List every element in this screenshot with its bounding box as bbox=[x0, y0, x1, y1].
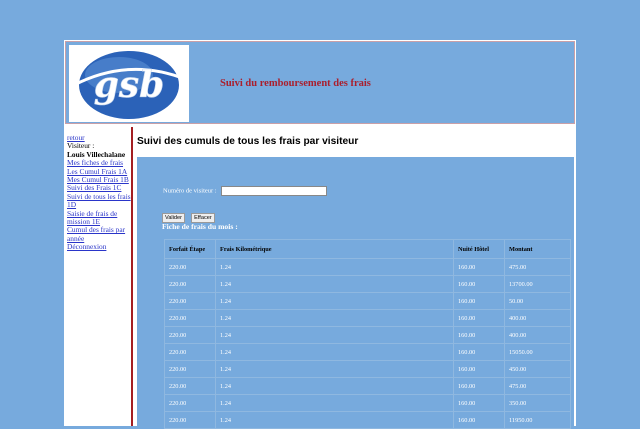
cell-nuite: 160.00 bbox=[453, 326, 505, 344]
frais-table: Forfait Étape Frais Kilométrique Nuité H… bbox=[164, 239, 571, 429]
visiteur-number-input[interactable] bbox=[221, 186, 328, 196]
cell-forfait: 220.00 bbox=[164, 275, 216, 293]
table-row: 220.00 1.24 160.00 15050.00 bbox=[164, 343, 571, 361]
table-row: 220.00 1.24 160.00 475.00 bbox=[164, 377, 571, 395]
cell-forfait: 220.00 bbox=[164, 377, 216, 395]
cell-km: 1.24 bbox=[215, 292, 454, 310]
gsb-logo: gsb bbox=[69, 45, 189, 122]
cell-montant: 475.00 bbox=[504, 258, 571, 276]
cell-nuite: 160.00 bbox=[453, 275, 505, 293]
table-row: 220.00 1.24 160.00 400.00 bbox=[164, 309, 571, 327]
menu-link-cumul-annee[interactable]: Cumul des frais par année bbox=[67, 226, 131, 243]
cell-nuite: 160.00 bbox=[453, 258, 505, 276]
col-montant: Montant bbox=[504, 239, 571, 259]
cell-montant: 400.00 bbox=[504, 309, 571, 327]
cell-km: 1.24 bbox=[215, 326, 454, 344]
cell-km: 1.24 bbox=[215, 343, 454, 361]
cell-montant: 13700.00 bbox=[504, 275, 571, 293]
table-row: 220.00 1.24 160.00 350.00 bbox=[164, 394, 571, 412]
page-container: gsb Suivi du remboursement des frais ret… bbox=[64, 40, 576, 429]
cell-montant: 450.00 bbox=[504, 360, 571, 378]
cell-km: 1.24 bbox=[215, 394, 454, 412]
menu-link-suivi-1d[interactable]: Suivi de tous les frais 1D bbox=[67, 192, 131, 210]
cell-nuite: 160.00 bbox=[453, 360, 505, 378]
content-panel: Numéro de visiteur : Valider Effacer Fic… bbox=[137, 157, 574, 429]
table-header-row: Forfait Étape Frais Kilométrique Nuité H… bbox=[164, 239, 571, 259]
site-title: Suivi du remboursement des frais bbox=[220, 78, 371, 89]
cell-km: 1.24 bbox=[215, 275, 454, 293]
table-row: 220.00 1.24 160.00 450.00 bbox=[164, 360, 571, 378]
table-row: 220.00 1.24 160.00 50.00 bbox=[164, 292, 571, 310]
visiteur-field-label: Numéro de visiteur : bbox=[163, 187, 217, 195]
visiteur-field-row: Numéro de visiteur : bbox=[163, 186, 328, 196]
col-forfait-etape: Forfait Étape bbox=[164, 239, 216, 259]
cell-montant: 50.00 bbox=[504, 292, 571, 310]
sidebar-divider bbox=[131, 127, 133, 426]
cell-montant: 15050.00 bbox=[504, 343, 571, 361]
cell-km: 1.24 bbox=[215, 258, 454, 276]
cell-nuite: 160.00 bbox=[453, 309, 505, 327]
page-title: Suivi des cumuls de tous les frais par v… bbox=[137, 136, 359, 147]
menu-link-saisie-1e[interactable]: Saisie de frais de mission 1E bbox=[67, 209, 131, 227]
cell-montant: 400.00 bbox=[504, 326, 571, 344]
col-frais-km: Frais Kilométrique bbox=[215, 239, 454, 259]
table-row: 220.00 1.24 160.00 13700.00 bbox=[164, 275, 571, 293]
menu-link-deconnexion[interactable]: Déconnexion bbox=[67, 242, 131, 251]
cell-nuite: 160.00 bbox=[453, 377, 505, 395]
table-row: 220.00 1.24 160.00 475.00 bbox=[164, 258, 571, 276]
cell-forfait: 220.00 bbox=[164, 258, 216, 276]
fiche-title: Fiche de frais du mois : bbox=[162, 222, 238, 231]
cell-forfait: 220.00 bbox=[164, 326, 216, 344]
cell-forfait: 220.00 bbox=[164, 394, 216, 412]
cell-forfait: 220.00 bbox=[164, 309, 216, 327]
col-nuite-hotel: Nuité Hôtel bbox=[453, 239, 505, 259]
cell-km: 1.24 bbox=[215, 309, 454, 327]
table-row: 220.00 1.24 160.00 400.00 bbox=[164, 326, 571, 344]
cell-nuite: 160.00 bbox=[453, 343, 505, 361]
cell-nuite: 160.00 bbox=[453, 394, 505, 412]
cell-km: 1.24 bbox=[215, 360, 454, 378]
cell-forfait: 220.00 bbox=[164, 360, 216, 378]
cell-km: 1.24 bbox=[215, 377, 454, 395]
form-buttons: Valider Effacer bbox=[162, 204, 216, 223]
logo-text: gsb bbox=[94, 64, 165, 106]
cell-nuite: 160.00 bbox=[453, 292, 505, 310]
cell-montant: 475.00 bbox=[504, 377, 571, 395]
header-banner: gsb Suivi du remboursement des frais bbox=[65, 41, 575, 124]
cell-montant: 350.00 bbox=[504, 394, 571, 412]
sidebar-menu: retour Visiteur : Louis Villechalane Mes… bbox=[67, 133, 131, 252]
cell-forfait: 220.00 bbox=[164, 343, 216, 361]
cell-forfait: 220.00 bbox=[164, 292, 216, 310]
